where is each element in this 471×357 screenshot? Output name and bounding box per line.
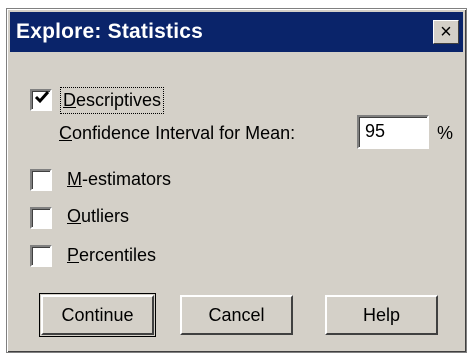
confidence-interval-label: Confidence Interval for Mean: [59, 123, 296, 143]
descriptives-checkbox[interactable] [30, 89, 52, 111]
confidence-interval-input[interactable]: 95 [357, 115, 429, 149]
continue-button[interactable]: Continue [39, 293, 156, 337]
outliers-label[interactable]: Outliers [67, 206, 129, 227]
percent-unit-label: % [437, 123, 454, 143]
outliers-checkbox[interactable] [30, 207, 52, 229]
dialog-title: Explore: Statistics [16, 20, 204, 43]
m-estimators-label[interactable]: M-estimators [67, 169, 171, 190]
m-estimators-checkbox[interactable] [30, 169, 52, 191]
help-button[interactable]: Help [325, 295, 438, 335]
percentiles-checkbox[interactable] [30, 245, 52, 267]
close-button[interactable]: × [433, 20, 459, 44]
check-icon [34, 91, 50, 104]
descriptives-label[interactable]: Descriptives [59, 87, 165, 114]
explore-statistics-dialog: Explore: Statistics × Descriptives Confi… [6, 8, 467, 353]
close-icon: × [440, 21, 452, 43]
cancel-button[interactable]: Cancel [180, 295, 293, 335]
title-bar: Explore: Statistics × [10, 12, 463, 52]
percentiles-label[interactable]: Percentiles [67, 245, 156, 266]
